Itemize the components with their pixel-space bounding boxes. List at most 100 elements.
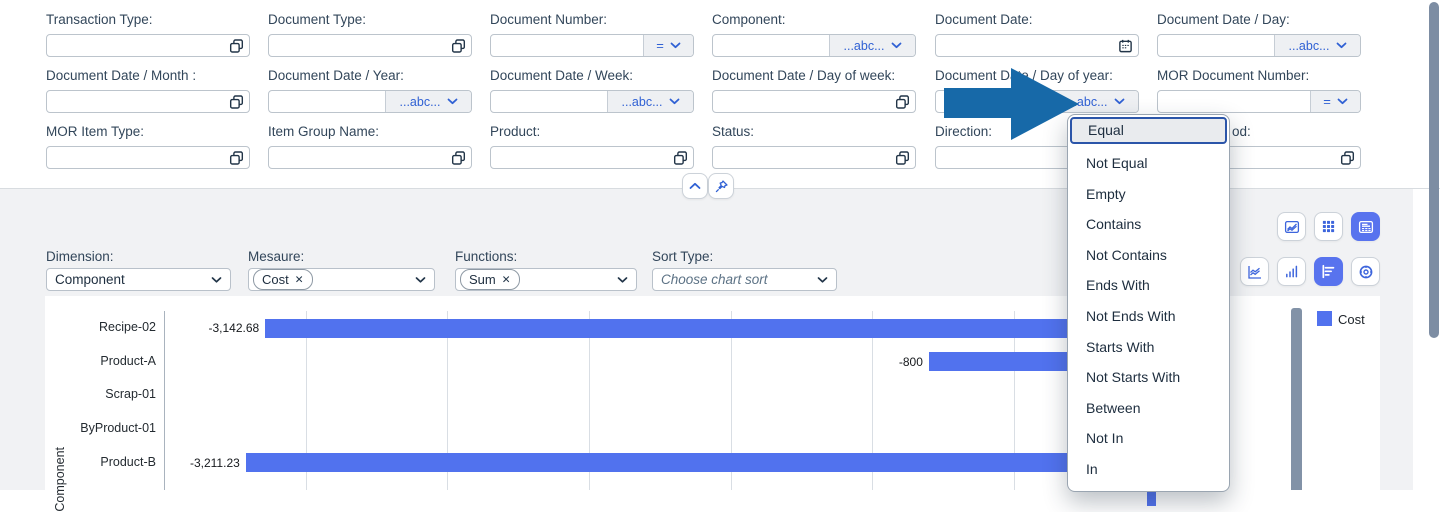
- chevron-down-icon: [617, 276, 628, 283]
- functions-select[interactable]: Sum✕: [455, 268, 637, 291]
- filter-field-document-date[interactable]: [935, 34, 1139, 57]
- sort-type-select[interactable]: Choose chart sort: [652, 268, 837, 291]
- chart-type-hbar-button[interactable]: [1314, 257, 1343, 286]
- measure-label: Mesaure:: [248, 249, 304, 264]
- functions-token[interactable]: Sum✕: [460, 269, 520, 290]
- operator-abc-selector[interactable]: ...abc...: [385, 91, 471, 112]
- value-help-copy-icon[interactable]: [895, 94, 910, 109]
- filter-field-component[interactable]: ...abc...: [712, 34, 916, 57]
- line-chart-icon: [1284, 219, 1300, 235]
- operator-option-not-contains[interactable]: Not Contains: [1068, 240, 1229, 271]
- value-label-product-a: -800: [843, 355, 923, 369]
- filter-label-document-date-day-of-year: Document Date / Day of year:: [935, 68, 1113, 83]
- dimension-value: Component: [55, 272, 125, 287]
- dimension-label: Dimension:: [46, 249, 114, 264]
- chevron-down-icon: [1337, 98, 1348, 105]
- token-remove-icon[interactable]: ✕: [502, 274, 511, 286]
- filter-label-document-date-day-of-week: Document Date / Day of week:: [712, 68, 895, 83]
- operator-dropdown[interactable]: Equal Not EqualEmptyContainsNot ContainsE…: [1067, 114, 1230, 492]
- operator-option-equal[interactable]: Equal: [1070, 117, 1227, 144]
- operator-equals-selector[interactable]: =: [1310, 91, 1360, 112]
- chevron-down-icon: [670, 42, 681, 49]
- filter-field-document-date-day[interactable]: ...abc...: [1157, 34, 1361, 57]
- calendar-icon[interactable]: [1118, 38, 1133, 53]
- chart-type-column-button[interactable]: [1277, 257, 1306, 286]
- operator-option-starts-with[interactable]: Starts With: [1068, 332, 1229, 363]
- operator-option-not-starts-with[interactable]: Not Starts With: [1068, 362, 1229, 393]
- filter-field-document-number[interactable]: =: [490, 34, 694, 57]
- filter-field-item-group-name[interactable]: [268, 146, 472, 169]
- operator-option-between[interactable]: Between: [1068, 393, 1229, 424]
- filter-field-status[interactable]: [712, 146, 916, 169]
- filter-field-transaction-type[interactable]: [46, 34, 250, 57]
- sort-type-label: Sort Type:: [652, 249, 713, 264]
- value-help-copy-icon[interactable]: [229, 94, 244, 109]
- chart-type-donut-button[interactable]: [1351, 257, 1380, 286]
- operator-option-contains[interactable]: Contains: [1068, 209, 1229, 240]
- operator-abc-selector[interactable]: ...abc...: [829, 35, 915, 56]
- value-help-copy-icon[interactable]: [895, 150, 910, 165]
- operator-option-not-equal[interactable]: Not Equal: [1068, 148, 1229, 179]
- token-remove-icon[interactable]: ✕: [295, 274, 304, 286]
- operator-abc-selector[interactable]: ...abc...: [1274, 35, 1360, 56]
- filter-label-document-type: Document Type:: [268, 12, 366, 27]
- operator-abc-selector[interactable]: ...abc...: [607, 91, 693, 112]
- legend-color-swatch: [1317, 311, 1332, 326]
- value-help-copy-icon[interactable]: [1340, 150, 1355, 165]
- chevron-down-icon: [415, 276, 426, 283]
- filter-field-product[interactable]: [490, 146, 694, 169]
- filter-field-document-date-month[interactable]: [46, 90, 250, 113]
- pin-filter-bar-button[interactable]: [708, 173, 734, 199]
- area-chart-icon: [1247, 264, 1263, 280]
- filter-label-od: od:: [1232, 124, 1251, 139]
- horizontal-bar-chart-icon: [1321, 264, 1336, 279]
- chevron-down-icon: [447, 98, 458, 105]
- filter-label-document-date-day: Document Date / Day:: [1157, 12, 1290, 27]
- measure-token[interactable]: Cost✕: [253, 269, 313, 290]
- y-axis-title: Component: [53, 447, 67, 512]
- operator-abc-selector[interactable]: ...abc...: [1052, 91, 1138, 112]
- value-help-copy-icon[interactable]: [229, 38, 244, 53]
- operator-equals-selector[interactable]: =: [643, 35, 693, 56]
- filter-field-mor-item-type[interactable]: [46, 146, 250, 169]
- filter-label-transaction-type: Transaction Type:: [46, 12, 153, 27]
- dimension-select[interactable]: Component: [46, 268, 231, 291]
- operator-option-empty[interactable]: Empty: [1068, 179, 1229, 210]
- view-chart-table-button[interactable]: [1351, 212, 1380, 241]
- category-label-recipe-02: Recipe-02: [40, 320, 156, 334]
- filter-field-document-date-day-of-week[interactable]: [712, 90, 916, 113]
- bar-recipe-02[interactable]: [265, 319, 1155, 338]
- filter-label-component: Component:: [712, 12, 786, 27]
- value-help-copy-icon[interactable]: [673, 150, 688, 165]
- chart-type-area-button[interactable]: [1240, 257, 1269, 286]
- bar-product-b[interactable]: [246, 453, 1156, 472]
- filter-label-direction: Direction:: [935, 124, 992, 139]
- value-help-copy-icon[interactable]: [451, 38, 466, 53]
- filter-label-mor-document-number: MOR Document Number:: [1157, 68, 1309, 83]
- pin-icon: [714, 179, 729, 194]
- chevron-down-icon: [1336, 42, 1347, 49]
- collapse-filter-bar-button[interactable]: [682, 173, 708, 199]
- filter-field-document-date-week[interactable]: ...abc...: [490, 90, 694, 113]
- page-scrollbar[interactable]: [1429, 2, 1439, 338]
- operator-option-ends-with[interactable]: Ends With: [1068, 270, 1229, 301]
- filter-field-document-date-year[interactable]: ...abc...: [268, 90, 472, 113]
- chart-scrollbar[interactable]: [1291, 308, 1302, 490]
- operator-option-in[interactable]: In: [1068, 454, 1229, 485]
- filter-field-mor-document-number[interactable]: =: [1157, 90, 1361, 113]
- value-help-copy-icon[interactable]: [229, 150, 244, 165]
- filter-field-document-date-day-of-year[interactable]: ...abc...: [935, 90, 1139, 113]
- view-table-button[interactable]: [1314, 212, 1343, 241]
- operator-option-not-in[interactable]: Not In: [1068, 423, 1229, 454]
- value-help-copy-icon[interactable]: [451, 150, 466, 165]
- filter-label-item-group-name: Item Group Name:: [268, 124, 379, 139]
- view-line-chart-button[interactable]: [1277, 212, 1306, 241]
- measure-select[interactable]: Cost✕: [248, 268, 435, 291]
- column-chart-icon: [1284, 264, 1299, 279]
- filter-field-document-type[interactable]: [268, 34, 472, 57]
- operator-option-not-ends-with[interactable]: Not Ends With: [1068, 301, 1229, 332]
- category-label-product-a: Product-A: [40, 354, 156, 368]
- chart-table-icon: [1358, 219, 1374, 235]
- filter-label-status: Status:: [712, 124, 754, 139]
- donut-chart-icon: [1358, 264, 1374, 280]
